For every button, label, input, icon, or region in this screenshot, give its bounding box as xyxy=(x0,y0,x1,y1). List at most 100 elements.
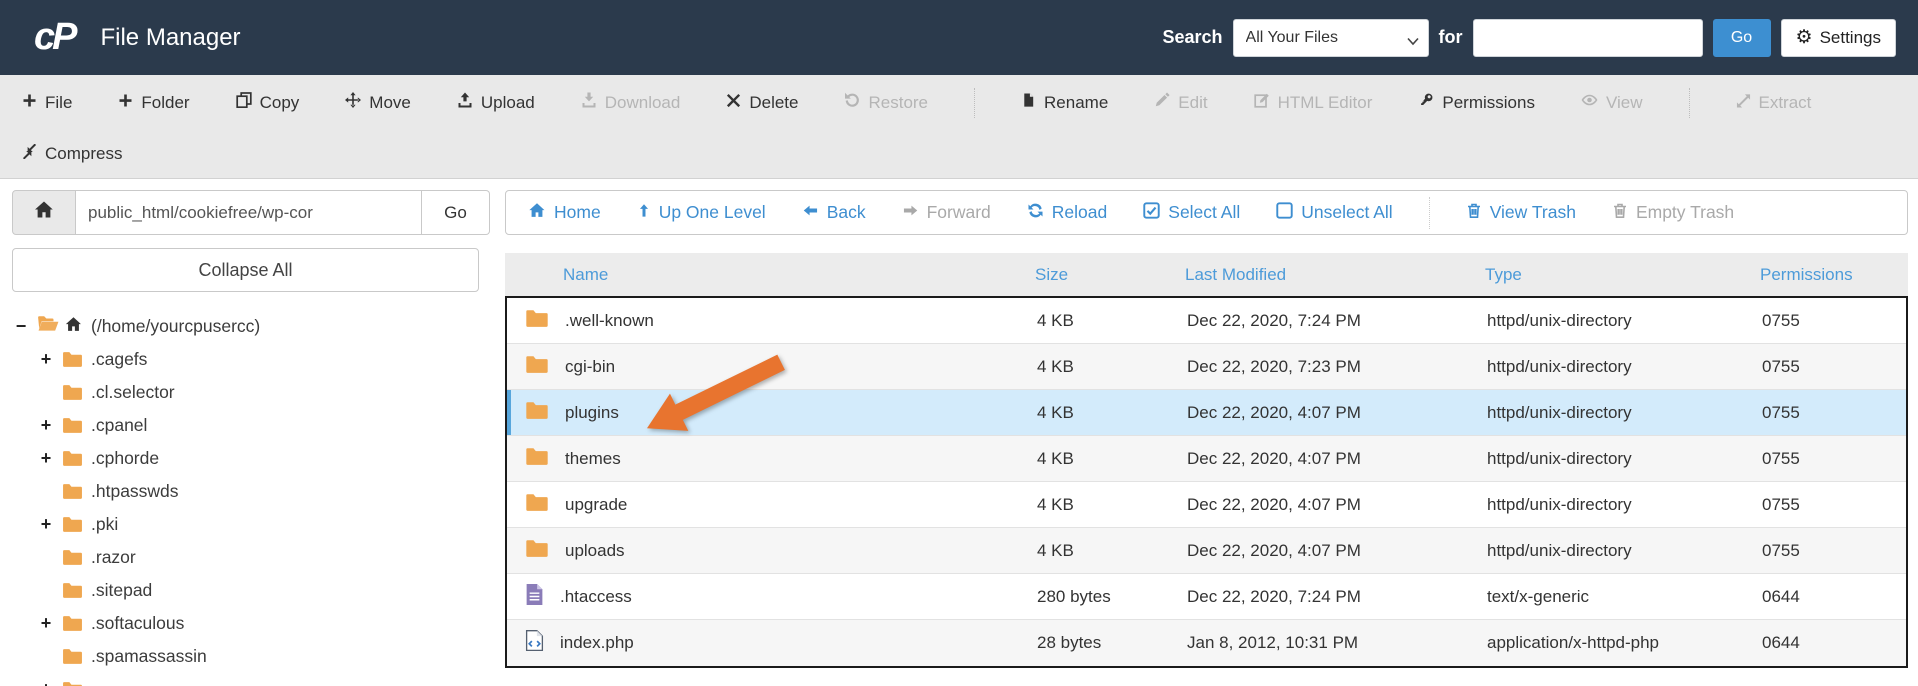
rename-button[interactable]: Rename xyxy=(1021,92,1108,113)
search-go-button[interactable]: Go xyxy=(1712,18,1771,57)
file-actions-toolbar: File Folder Copy Move Upload Download De… xyxy=(0,75,1918,179)
file-size: 4 KB xyxy=(1037,356,1074,376)
tree-item-htpasswds[interactable]: .htpasswds xyxy=(12,475,490,508)
path-home-button[interactable] xyxy=(12,190,76,235)
folder-icon xyxy=(525,493,549,517)
checkbox-checked-icon xyxy=(1143,201,1160,224)
tree-item-label: .pki xyxy=(91,514,119,534)
column-header-name[interactable]: Name xyxy=(505,265,1020,285)
compress-icon xyxy=(22,143,37,164)
tree-item-softaculous[interactable]: + .softaculous xyxy=(12,607,490,640)
path-input[interactable] xyxy=(76,190,422,235)
column-header-type[interactable]: Type xyxy=(1470,265,1745,285)
settings-button[interactable]: ⚙ Settings xyxy=(1780,18,1896,57)
search-scope-select[interactable]: All Your Files xyxy=(1232,18,1429,57)
file-permissions: 0755 xyxy=(1762,356,1800,376)
files-nav-bar: Home Up One Level Back Forward Reload Se… xyxy=(505,190,1908,235)
toolbar-row-2: Compress xyxy=(0,130,1918,178)
folder-button[interactable]: Folder xyxy=(118,93,190,113)
tree-item-spamassassin[interactable]: .spamassassin xyxy=(12,640,490,673)
expand-expander[interactable]: + xyxy=(37,613,55,634)
unselect-all-button[interactable]: Unselect All xyxy=(1276,201,1393,224)
tree-item-home-root[interactable]: − (/home/yourcpusercc) xyxy=(12,310,490,343)
folder-icon xyxy=(62,648,83,665)
collapse-all-button[interactable]: Collapse All xyxy=(12,248,479,292)
tree-item-cpanel[interactable]: + .cpanel xyxy=(12,409,490,442)
tree-item-razor[interactable]: .razor xyxy=(12,541,490,574)
collapse-expander[interactable]: − xyxy=(12,316,30,337)
forward-button[interactable]: Forward xyxy=(902,202,991,223)
expand-expander[interactable]: + xyxy=(37,448,55,469)
folder-icon xyxy=(62,582,83,599)
file-modified: Dec 22, 2020, 7:23 PM xyxy=(1187,356,1361,376)
select-all-button[interactable]: Select All xyxy=(1143,201,1240,224)
tree-item-cutoff[interactable]: + xyxy=(12,673,490,686)
tree-item-cphorde[interactable]: + .cphorde xyxy=(12,442,490,475)
folder-icon xyxy=(62,681,83,686)
file-permissions: 0644 xyxy=(1762,586,1800,606)
tree-item-cagefs[interactable]: + .cagefs xyxy=(12,343,490,376)
file-modified: Jan 8, 2012, 10:31 PM xyxy=(1187,633,1359,652)
table-row[interactable]: .htaccess 280 bytes Dec 22, 2020, 7:24 P… xyxy=(507,574,1906,620)
column-header-size[interactable]: Size xyxy=(1020,265,1170,285)
toolbar-separator xyxy=(1688,87,1690,118)
edit-button[interactable]: Edit xyxy=(1154,92,1208,113)
folder-icon xyxy=(525,447,549,471)
table-row[interactable]: cgi-bin 4 KB Dec 22, 2020, 7:23 PM httpd… xyxy=(507,344,1906,390)
move-button[interactable]: Move xyxy=(345,92,411,113)
expand-expander[interactable]: + xyxy=(37,415,55,436)
search-label: Search xyxy=(1162,27,1223,47)
tree-item-label: .razor xyxy=(91,547,136,567)
view-button[interactable]: View xyxy=(1581,92,1643,113)
file-text-icon xyxy=(525,583,544,610)
restore-button[interactable]: Restore xyxy=(844,92,928,113)
table-row[interactable]: upgrade 4 KB Dec 22, 2020, 4:07 PM httpd… xyxy=(507,482,1906,528)
delete-button[interactable]: Delete xyxy=(726,93,798,113)
file-type: httpd/unix-directory xyxy=(1487,402,1632,422)
upload-button[interactable]: Upload xyxy=(457,92,535,113)
expand-expander[interactable]: + xyxy=(37,679,55,686)
search-input[interactable] xyxy=(1472,18,1703,57)
expand-expander[interactable]: + xyxy=(37,514,55,535)
header-search-area: Search All Your Files for Go ⚙ Settings xyxy=(1162,18,1896,57)
empty-trash-button[interactable]: Empty Trash xyxy=(1612,202,1734,224)
file-permissions: 0755 xyxy=(1762,402,1800,422)
view-trash-button[interactable]: View Trash xyxy=(1466,202,1576,224)
copy-button[interactable]: Copy xyxy=(235,92,299,113)
file-name: upgrade xyxy=(565,494,628,514)
files-table: Name Size Last Modified Type Permissions… xyxy=(505,253,1908,668)
tree-item-pki[interactable]: + .pki xyxy=(12,508,490,541)
tree-item-label: .cphorde xyxy=(91,448,160,468)
back-button[interactable]: Back xyxy=(802,202,866,223)
directory-sidebar: Go Collapse All − (/home/yourcpusercc) +… xyxy=(12,190,490,686)
extract-button[interactable]: Extract xyxy=(1736,93,1811,113)
html-editor-button[interactable]: HTML Editor xyxy=(1253,92,1372,113)
file-modified: Dec 22, 2020, 7:24 PM xyxy=(1187,310,1361,330)
compress-button[interactable]: Compress xyxy=(22,143,122,164)
reload-button[interactable]: Reload xyxy=(1027,202,1107,224)
table-row[interactable]: .well-known 4 KB Dec 22, 2020, 7:24 PM h… xyxy=(507,298,1906,344)
permissions-button[interactable]: Permissions xyxy=(1418,92,1535,113)
home-button[interactable]: Home xyxy=(528,202,601,224)
tree-item-sitepad[interactable]: .sitepad xyxy=(12,574,490,607)
file-button[interactable]: File xyxy=(22,93,72,113)
table-row[interactable]: uploads 4 KB Dec 22, 2020, 4:07 PM httpd… xyxy=(507,528,1906,574)
page-title: File Manager xyxy=(100,23,241,51)
path-go-button[interactable]: Go xyxy=(422,190,490,235)
home-icon xyxy=(528,202,546,224)
download-icon xyxy=(581,92,597,113)
tree-item-cl-selector[interactable]: .cl.selector xyxy=(12,376,490,409)
column-header-last-modified[interactable]: Last Modified xyxy=(1170,265,1470,285)
up-one-level-button[interactable]: Up One Level xyxy=(637,202,766,224)
column-header-permissions[interactable]: Permissions xyxy=(1745,265,1908,285)
table-row[interactable]: index.php 28 bytes Jan 8, 2012, 10:31 PM… xyxy=(507,620,1906,666)
download-button[interactable]: Download xyxy=(581,92,680,113)
gear-icon: ⚙ xyxy=(1795,27,1813,48)
table-row[interactable]: themes 4 KB Dec 22, 2020, 4:07 PM httpd/… xyxy=(507,436,1906,482)
file-icon xyxy=(1021,92,1036,113)
file-name: themes xyxy=(565,448,621,468)
expand-expander[interactable]: + xyxy=(37,349,55,370)
trash-icon xyxy=(1466,202,1482,224)
plus-icon xyxy=(22,93,37,113)
table-row-plugins-selected[interactable]: plugins 4 KB Dec 22, 2020, 4:07 PM httpd… xyxy=(507,390,1906,436)
